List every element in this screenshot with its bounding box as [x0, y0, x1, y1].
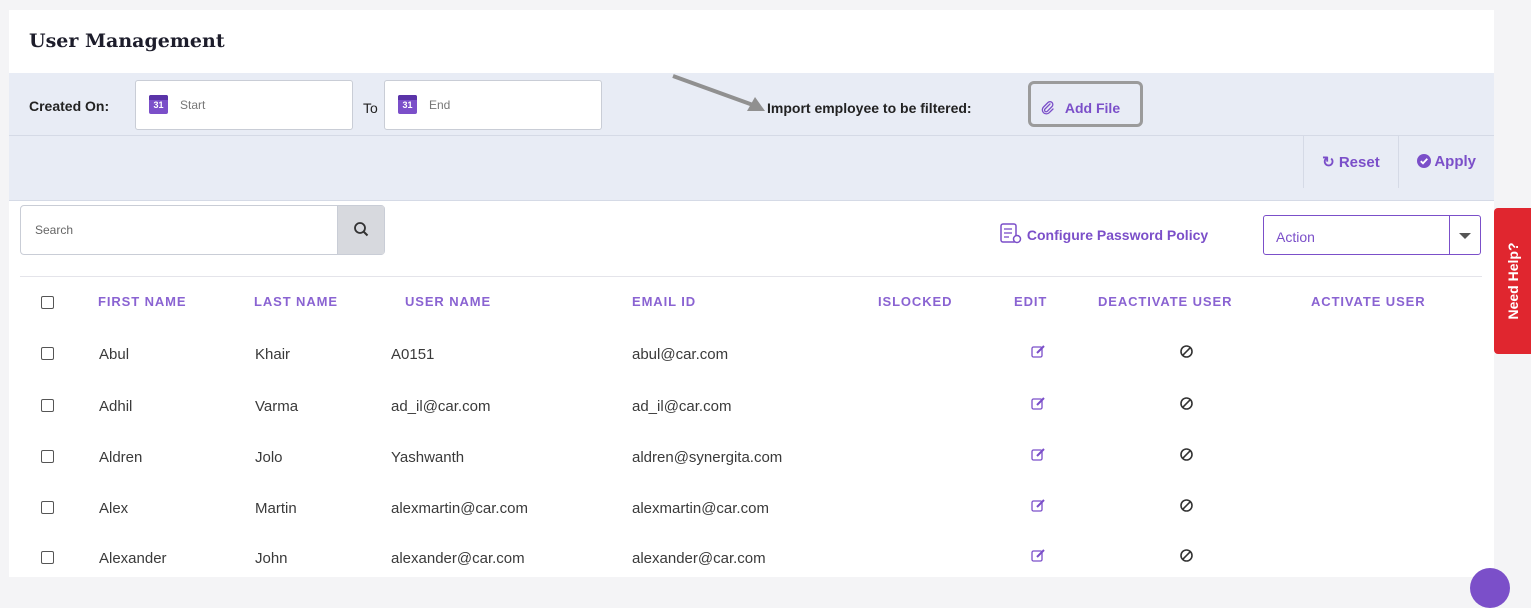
- header-email-id[interactable]: EMAIL ID: [632, 294, 696, 309]
- cell-last-name: Khair: [255, 346, 291, 363]
- header-last-name[interactable]: LAST NAME: [254, 294, 338, 309]
- cell-user-name: alexander@car.com: [391, 550, 525, 567]
- cell-user-name: alexmartin@car.com: [391, 500, 528, 517]
- end-date-input[interactable]: 31 End: [384, 80, 602, 130]
- cell-last-name: Varma: [255, 398, 299, 415]
- filter-actions-row: ↻ Reset Apply: [9, 135, 1494, 201]
- paperclip-icon: [1041, 101, 1054, 115]
- cell-first-name: Alex: [99, 500, 129, 517]
- refresh-icon: ↻: [1322, 154, 1335, 171]
- search-placeholder: Search: [35, 223, 74, 237]
- reset-label: Reset: [1338, 154, 1380, 171]
- deactivate-icon[interactable]: [1179, 447, 1194, 462]
- user-management-panel: User Management Created On: 31 Start To …: [9, 10, 1494, 577]
- apply-button[interactable]: Apply: [1397, 136, 1494, 188]
- select-all-checkbox[interactable]: [41, 296, 54, 309]
- row-checkbox[interactable]: [41, 450, 54, 463]
- cell-last-name: John: [255, 550, 288, 567]
- edit-icon[interactable]: [1031, 498, 1046, 513]
- header-user-name[interactable]: USER NAME: [405, 294, 491, 309]
- cell-email: aldren@synergita.com: [632, 449, 783, 466]
- calendar-icon: 31: [149, 95, 168, 114]
- dropdown-toggle[interactable]: [1449, 216, 1480, 254]
- check-circle-icon: [1416, 154, 1431, 168]
- end-placeholder: End: [429, 98, 451, 112]
- add-file-label: Add File: [1064, 100, 1121, 116]
- need-help-tab[interactable]: Need Help?: [1494, 208, 1531, 354]
- cell-email: abul@car.com: [632, 346, 729, 363]
- configure-password-policy-link[interactable]: Configure Password Policy: [999, 223, 1208, 245]
- created-on-label: Created On:: [29, 98, 110, 114]
- configure-label: Configure Password Policy: [1026, 227, 1209, 243]
- start-date-input[interactable]: 31 Start: [135, 80, 353, 130]
- header-edit: EDIT: [1014, 294, 1048, 309]
- search-icon: [354, 222, 369, 237]
- action-select[interactable]: Action: [1263, 215, 1481, 255]
- cell-email: alexmartin@car.com: [632, 500, 769, 517]
- add-file-button[interactable]: Add File: [1028, 81, 1143, 127]
- cell-user-name: ad_il@car.com: [391, 398, 491, 415]
- filter-bar: Created On: 31 Start To 31 End Import em…: [9, 73, 1494, 201]
- header-activate-user: ACTIVATE USER: [1311, 294, 1426, 309]
- deactivate-icon[interactable]: [1179, 396, 1194, 411]
- action-select-value: Action: [1276, 229, 1315, 245]
- import-employee-label: Import employee to be filtered:: [767, 100, 972, 116]
- page-title: User Management: [29, 30, 225, 52]
- apply-label: Apply: [1434, 153, 1476, 170]
- header-islocked: ISLOCKED: [878, 294, 953, 309]
- cell-first-name: Abul: [99, 346, 130, 363]
- cell-first-name: Aldren: [99, 449, 143, 466]
- row-checkbox[interactable]: [41, 501, 54, 514]
- divider: [20, 276, 1482, 277]
- row-checkbox[interactable]: [41, 399, 54, 412]
- edit-icon[interactable]: [1031, 396, 1046, 411]
- reset-button[interactable]: ↻ Reset: [1303, 136, 1398, 188]
- calendar-icon: 31: [398, 95, 417, 114]
- cell-last-name: Martin: [255, 500, 297, 517]
- cell-first-name: Alexander: [99, 550, 167, 567]
- policy-settings-icon: [1000, 223, 1022, 244]
- row-checkbox[interactable]: [41, 551, 54, 564]
- edit-icon[interactable]: [1031, 344, 1046, 359]
- cell-user-name: A0151: [391, 346, 435, 363]
- deactivate-icon[interactable]: [1179, 344, 1194, 359]
- search-input[interactable]: Search: [20, 205, 385, 255]
- cell-email: ad_il@car.com: [632, 398, 732, 415]
- edit-icon[interactable]: [1031, 447, 1046, 462]
- deactivate-icon[interactable]: [1179, 548, 1194, 563]
- header-first-name[interactable]: FIRST NAME: [98, 294, 186, 309]
- header-deactivate-user: DEACTIVATE USER: [1098, 294, 1233, 309]
- cell-user-name: Yashwanth: [391, 449, 465, 466]
- chat-launcher-button[interactable]: [1470, 568, 1510, 608]
- search-button[interactable]: [337, 206, 384, 254]
- to-label: To: [363, 100, 378, 116]
- edit-icon[interactable]: [1031, 548, 1046, 563]
- row-checkbox[interactable]: [41, 347, 54, 360]
- need-help-label: Need Help?: [1504, 242, 1521, 320]
- cell-email: alexander@car.com: [632, 550, 766, 567]
- caret-down-icon: [1459, 233, 1471, 239]
- annotation-arrow-icon: [672, 74, 765, 111]
- cell-last-name: Jolo: [255, 449, 283, 466]
- start-placeholder: Start: [180, 98, 206, 112]
- deactivate-icon[interactable]: [1179, 498, 1194, 513]
- cell-first-name: Adhil: [99, 398, 133, 415]
